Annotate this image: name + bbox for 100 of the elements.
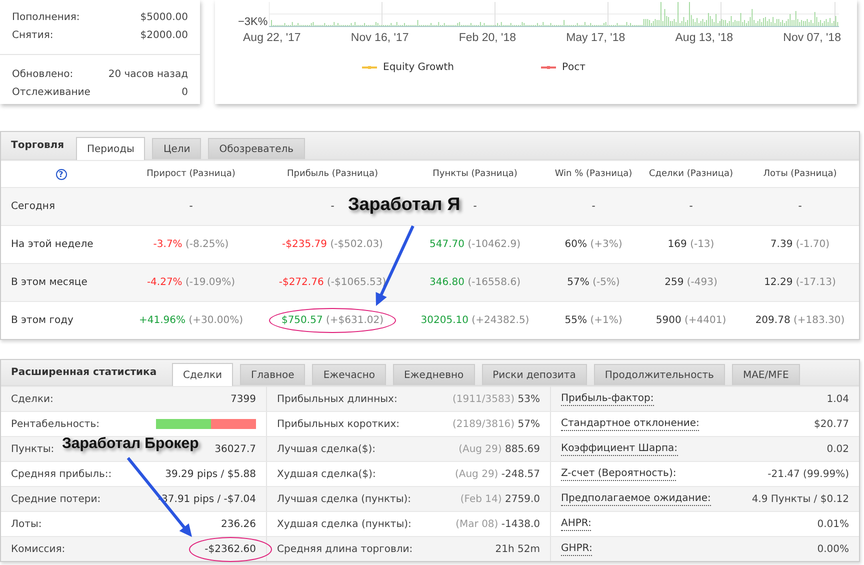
tab[interactable]: Обозреватель (208, 138, 305, 159)
stat-label: Комиссия: (11, 544, 66, 554)
summary-value: 20 часов назад (108, 68, 188, 80)
stat-value: (Aug 29) -248.57 (454, 468, 540, 480)
stat-value: 236.26 (221, 518, 256, 530)
card-title: Расширенная статистика (11, 367, 158, 378)
table-cell: +41.96% (+30.00%) (138, 315, 243, 326)
legend-label: Equity Growth (383, 62, 454, 73)
tab[interactable]: Ежедневно (392, 364, 475, 385)
table-cell: - (473, 201, 477, 212)
stat-label: Худшая сделка (пункты): (277, 518, 412, 530)
summary-value: $2000.00 (140, 30, 188, 40)
axis-date-label: Nov 16, '17 (350, 32, 409, 44)
table-cell: - (330, 201, 334, 212)
column-header: Сделки (Разница) (648, 169, 734, 179)
summary-value: 0 (182, 86, 188, 98)
stat-link[interactable]: Предполагаемое ожидание: (561, 492, 711, 506)
stat-label: Средняя длина торговли: (277, 544, 413, 554)
table-cell: 346.80 (-16558.6) (430, 277, 520, 288)
stat-value: 36027.7 (214, 444, 256, 454)
table-cell: 60% (+3%) (564, 239, 622, 250)
table-cell: -$272.76 (-$1065.53) (278, 277, 386, 288)
summary-value: $5000.00 (140, 12, 188, 22)
table-cell: 169 (-13) (668, 239, 714, 250)
table-cell: 5900 (+4401) (656, 315, 726, 326)
period-label: Сегодня (10, 201, 56, 212)
tab[interactable]: Продолжительность (594, 364, 725, 385)
period-label: В этом году (10, 315, 74, 326)
axis-date-label: Nov 07, '18 (783, 32, 841, 44)
stat-label: Лучшая сделка (пункты): (277, 494, 412, 504)
tab[interactable]: MAE/MFE (732, 364, 800, 385)
stat-value: (Mar 08) -1438.0 (456, 518, 540, 530)
stat-link[interactable]: Стандартное отклонение: (561, 418, 700, 430)
card-title: Торговля (11, 140, 66, 151)
table-cell: -3.7% (-8.25%) (153, 239, 229, 250)
stat-label: Рентабельность: (11, 418, 100, 430)
stat-value: 0.00% (817, 544, 849, 554)
stat-value: -21.47 (99.99%) (768, 468, 849, 480)
stat-value: (2189/3816) 57% (452, 418, 540, 430)
stat-link[interactable]: Z-счет (Вероятность): (561, 468, 676, 480)
stat-label: Лучшая сделка($): (277, 444, 376, 454)
table-cell: 209.78 (+183.30) (755, 315, 845, 326)
table-cell: - (592, 201, 596, 212)
summary-label: Пополнения: (12, 12, 80, 22)
period-label: В этом месяце (10, 277, 88, 288)
stat-value: (Aug 29) 885.69 (458, 444, 540, 454)
stat-value: (Feb 14) 2759.0 (460, 494, 540, 504)
table-cell: -4.27% (-19.09%) (146, 277, 236, 288)
tab[interactable]: Сделки (172, 363, 233, 386)
table-cell: 7.39 (-1.70) (770, 239, 830, 250)
axis-tick-label: −3K% (238, 16, 269, 28)
axis-date-label: Aug 13, '18 (675, 32, 734, 44)
annotation-text: Заработал Я (348, 195, 460, 215)
stat-link[interactable]: Прибыль-фактор: (561, 392, 654, 406)
table-cell: - (798, 201, 802, 212)
stat-value: 4.9 Пункты / $0.12 (752, 494, 849, 504)
tab[interactable]: Риски депозита (482, 364, 587, 385)
table-cell: 12.29 (-17.13) (764, 277, 836, 288)
table-cell: - (189, 201, 193, 212)
stat-label: Прибыльных коротких: (277, 418, 400, 430)
column-header: Win % (Разница) (554, 169, 634, 179)
stat-label: Сделки: (11, 394, 54, 404)
stat-value: (1911/3583) 53% (452, 394, 540, 404)
column-header: Лоты (Разница) (762, 169, 838, 179)
stat-link[interactable]: GHPR: (561, 542, 592, 556)
stat-value: $20.77 (814, 418, 849, 430)
stat-label: Худшая сделка($): (277, 468, 376, 480)
stat-label: Средняя прибыль:: (11, 468, 112, 480)
stat-value: 7399 (230, 394, 256, 404)
table-cell: 259 (-493) (664, 277, 718, 288)
summary-label: Снятия: (12, 30, 54, 40)
period-label: На этой неделе (10, 239, 94, 250)
tab[interactable]: Периоды (76, 137, 146, 160)
stat-label: Лоты: (11, 518, 42, 530)
annotation-text: Заработал Брокер (62, 436, 199, 452)
summary-label: Отслеживание (12, 86, 90, 98)
tab[interactable]: Цели (152, 138, 202, 159)
legend-label: Рост (562, 62, 586, 73)
table-cell: 547.70 (-10462.9) (430, 239, 520, 250)
stat-link[interactable]: Коэффициент Шарпа: (561, 442, 678, 456)
help-icon[interactable]: ? (56, 168, 66, 180)
column-header: Прибыль (Разница) (286, 169, 380, 179)
tab[interactable]: Ежечасно (312, 364, 386, 385)
stat-label: Пункты: (11, 444, 54, 454)
stat-label: Прибыльных длинных: (277, 394, 398, 404)
stat-value: 1.04 (826, 394, 849, 404)
table-cell: -$235.79 (-$502.03) (282, 239, 383, 250)
stat-value: 0.01% (817, 518, 849, 530)
column-header: Прирост (Разница) (146, 169, 236, 179)
axis-date-label: Aug 22, '17 (243, 32, 301, 44)
stat-link[interactable]: AHPR: (561, 518, 592, 530)
table-cell: 55% (+1%) (564, 315, 622, 326)
axis-date-label: Feb 20, '18 (458, 32, 516, 44)
axis-date-label: May 17, '18 (566, 32, 626, 44)
stat-label: Средние потери: (11, 494, 101, 504)
table-cell: $750.57 (+$631.02) (281, 315, 384, 326)
column-header: Пункты (Разница) (432, 169, 518, 179)
stat-value: 21h 52m (495, 544, 540, 554)
tab[interactable]: Главное (240, 364, 306, 385)
summary-label: Обновлено: (12, 68, 74, 80)
